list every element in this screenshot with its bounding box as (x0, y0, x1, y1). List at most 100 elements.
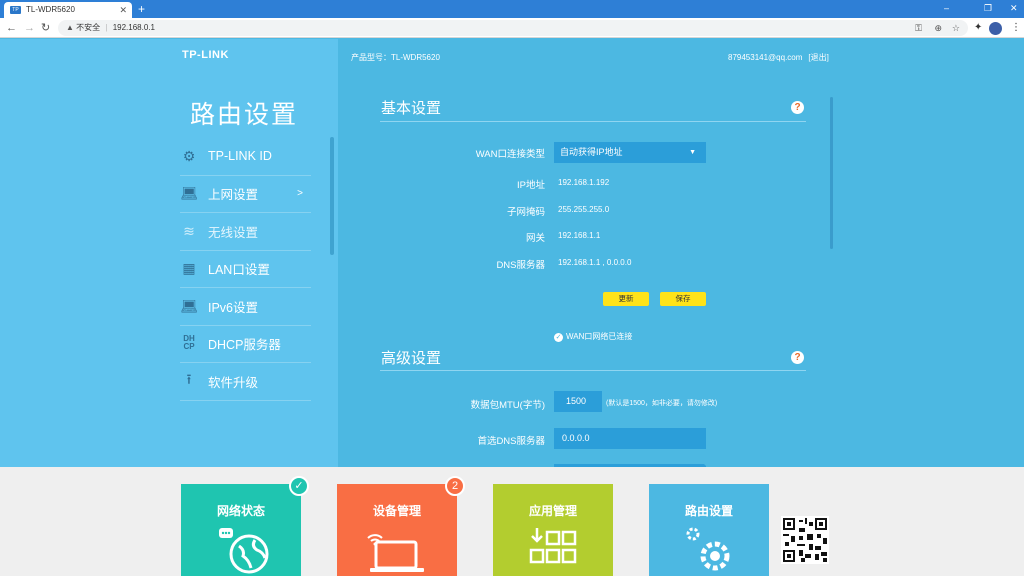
sidebar-menu: ⚙ TP-LINK ID 💻︎ 上网设置 > ≋ 无线设置 ▦ LAN口设置 💻… (180, 138, 311, 401)
wifi-icon: ≋ (183, 222, 195, 239)
gateway-value: 192.168.1.1 (558, 231, 601, 240)
warning-icon: ▲ (66, 23, 74, 32)
ip-label: IP地址 (517, 180, 545, 191)
primary-dns-input[interactable]: 0.0.0.0 (554, 428, 706, 449)
dhcp-icon: DH CP (183, 334, 195, 352)
laptop-icon: 💻︎ (180, 185, 198, 202)
divider (380, 121, 806, 122)
key-icon[interactable]: ⚿ (915, 20, 922, 36)
minimize-icon[interactable]: – (944, 0, 949, 16)
globe-icon (181, 526, 301, 576)
browser-tabbar: TP TL-WDR5620 ✕ + – ❐ ✕ (0, 0, 1024, 18)
favicon-icon: TP (10, 6, 21, 14)
sidebar-item-label: LAN口设置 (208, 263, 270, 278)
forward-icon[interactable]: → (24, 20, 35, 36)
dropdown-caret-icon: ▼ (689, 149, 696, 156)
sidebar-item-label: 软件升级 (208, 375, 259, 390)
content-scrollbar[interactable] (830, 97, 833, 249)
refresh-button[interactable]: 更新 (603, 292, 649, 306)
wan-status: ✓ WAN口网络已连接 (554, 331, 632, 342)
nav-app-management[interactable]: 应用管理 (493, 484, 613, 576)
primary-dns-label: 首选DNS服务器 (477, 436, 545, 447)
sidebar-item-ipv6[interactable]: 💻︎ IPv6设置 (180, 288, 311, 326)
sidebar-item-dhcp[interactable]: DH CP DHCP服务器 (180, 326, 311, 363)
sidebar-scrollbar[interactable] (330, 137, 334, 255)
sidebar-item-label: IPv6设置 (208, 300, 259, 315)
tplink-logo: TP-LINK (182, 49, 229, 61)
sidebar-item-internet[interactable]: 💻︎ 上网设置 > (180, 176, 311, 213)
save-button[interactable]: 保存 (660, 292, 706, 306)
gear-icon: ⚙ (182, 147, 196, 164)
user-email: 879453141@qq.com (728, 53, 803, 62)
sidebar-item-lan[interactable]: ▦ LAN口设置 (180, 251, 311, 288)
nav-label: 应用管理 (528, 504, 577, 518)
mtu-label: 数据包MTU(字节) (470, 400, 545, 411)
upload-icon: ⭱ (186, 371, 192, 388)
back-icon[interactable]: ← (6, 20, 17, 36)
notification-badge: 2 (445, 476, 465, 496)
nav-label: 网络状态 (216, 504, 265, 518)
laptop-wifi-icon (337, 526, 457, 576)
sidebar-panel: TP-LINK 路由设置 ⚙ TP-LINK ID 💻︎ 上网设置 > ≋ 无线… (0, 39, 338, 467)
basic-settings-title: 基本设置 (381, 100, 442, 117)
laptop-icon: 💻︎ (180, 297, 198, 314)
help-icon[interactable]: ? (791, 101, 804, 114)
tab-close-icon[interactable]: ✕ (119, 2, 127, 18)
apps-grid-icon (493, 526, 613, 576)
check-badge-icon: ✓ (289, 476, 309, 496)
chevron-right-icon: > (297, 188, 303, 200)
dns-label: DNS服务器 (496, 260, 545, 271)
browser-tab[interactable]: TP TL-WDR5620 ✕ (4, 2, 132, 18)
restore-icon[interactable]: ❐ (984, 0, 992, 16)
qr-code (781, 516, 829, 564)
sidebar-item-label: 无线设置 (208, 225, 259, 240)
lan-icon: ▦ (182, 260, 196, 277)
sidebar-item-wireless[interactable]: ≋ 无线设置 (180, 213, 311, 251)
product-model: 产品型号：TL-WDR5620 (351, 53, 440, 62)
zoom-icon[interactable]: ⊕ (934, 20, 942, 36)
star-icon[interactable]: ☆ (952, 20, 960, 36)
advanced-settings-title: 高级设置 (381, 350, 442, 367)
profile-avatar-icon[interactable] (989, 22, 1002, 35)
reload-icon[interactable]: ↻ (41, 20, 50, 36)
window-close-icon[interactable]: ✕ (1010, 0, 1018, 16)
tab-title: TL-WDR5620 (26, 5, 75, 14)
sidebar-item-label: TP-LINK ID (208, 149, 272, 164)
logout-link[interactable]: [退出] (808, 53, 828, 62)
help-icon[interactable]: ? (791, 351, 804, 364)
security-label: 不安全 (76, 23, 101, 32)
router-page: TP-LINK 路由设置 ⚙ TP-LINK ID 💻︎ 上网设置 > ≋ 无线… (0, 39, 1024, 576)
gateway-label: 网关 (525, 233, 545, 244)
nav-label: 路由设置 (684, 504, 733, 518)
mtu-hint: (默认是1500，如非必要，请勿修改) (606, 400, 718, 407)
nav-network-status[interactable]: 网络状态 ✓ (181, 476, 309, 576)
gears-icon (649, 526, 769, 576)
user-account: 879453141@qq.com [退出] (728, 52, 829, 63)
divider (380, 370, 806, 371)
dns-value: 192.168.1.1 , 0.0.0.0 (558, 258, 632, 267)
sidebar-item-upgrade[interactable]: ⭱ 软件升级 (180, 363, 311, 401)
mask-value: 255.255.255.0 (558, 205, 610, 214)
extensions-icon[interactable]: ✦ (974, 21, 982, 35)
new-tab-button[interactable]: + (138, 0, 145, 18)
menu-icon[interactable]: ⋮ (1011, 21, 1021, 35)
sidebar-item-tplink-id[interactable]: ⚙ TP-LINK ID (180, 138, 311, 176)
browser-toolbar: ← → ↻ ▲ 不安全 | 192.168.0.1 ⚿ ⊕ ☆ ✦ ⋮ (0, 18, 1024, 38)
sidebar-title: 路由设置 (190, 101, 299, 129)
ip-value: 192.168.1.192 (558, 178, 610, 187)
wan-type-select[interactable]: 自动获得IP地址 ▼ (554, 142, 706, 163)
sidebar-item-label: 上网设置 (208, 188, 259, 203)
bottom-nav: 网络状态 ✓ 设备管理 2 应用管理 路由设置 (0, 467, 1024, 576)
nav-label: 设备管理 (372, 504, 421, 518)
wan-status-text: WAN口网络已连接 (566, 332, 633, 341)
check-icon: ✓ (554, 333, 563, 342)
wan-type-label: WAN口连接类型 (475, 149, 545, 160)
url-text: 192.168.0.1 (112, 23, 155, 32)
wan-type-value: 自动获得IP地址 (560, 147, 623, 157)
sidebar-item-label: DHCP服务器 (208, 338, 281, 353)
nav-router-settings[interactable]: 路由设置 (649, 484, 769, 576)
mtu-input[interactable]: 1500 (554, 391, 602, 412)
address-bar[interactable]: ▲ 不安全 | 192.168.0.1 ⚿ ⊕ ☆ (58, 20, 968, 36)
mask-label: 子网掩码 (506, 207, 545, 218)
nav-device-management[interactable]: 设备管理 2 (337, 476, 465, 576)
